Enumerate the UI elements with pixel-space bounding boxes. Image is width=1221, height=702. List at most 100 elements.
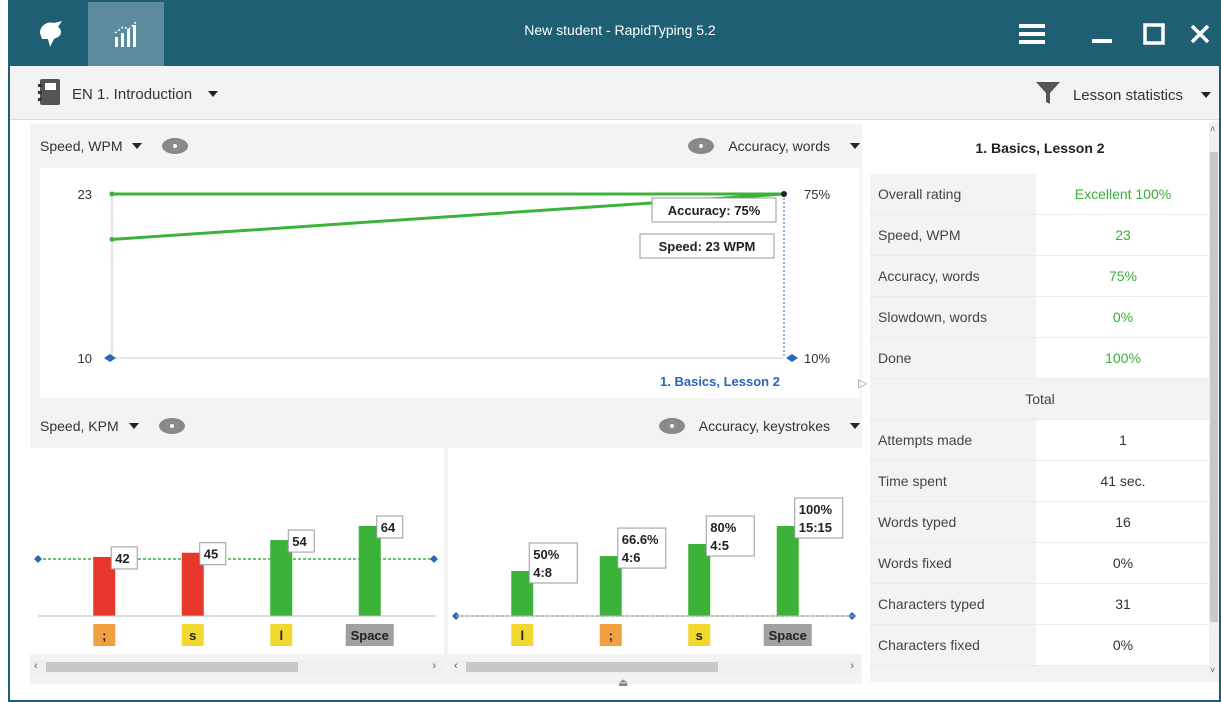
stats-row-label: Done	[870, 338, 1036, 378]
speed-tooltip: Speed: 23 WPM	[659, 239, 756, 254]
right-metric-label: Accuracy, words	[728, 138, 830, 154]
acc-value-label: 50%	[533, 547, 559, 562]
minimize-button[interactable]	[1080, 12, 1124, 56]
kpm-key-label: l	[279, 628, 283, 643]
stats-row-label: Words typed	[870, 502, 1036, 542]
stats-row-label: Characters fixed	[870, 625, 1036, 665]
scrollbar-thumb[interactable]	[466, 662, 718, 672]
eye-icon[interactable]	[158, 418, 185, 434]
scroll-left-icon[interactable]: ‹	[454, 660, 458, 672]
stats-row-value: 23	[1036, 215, 1210, 255]
kpm-key-label: Space	[351, 628, 389, 643]
stats-row-label: Characters typed	[870, 584, 1036, 624]
kpm-metric-label: Speed, KPM	[40, 418, 119, 434]
acc-key-label: l	[520, 628, 524, 643]
kpm-value-label: 64	[381, 520, 396, 535]
stats-row-value: 41 sec.	[1036, 461, 1210, 501]
bottom-chart-header: Speed, KPM Accuracy, keystrokes	[40, 404, 860, 448]
kpm-bar-chart: 42; 45 s 54 l 64 Space	[30, 448, 444, 654]
scroll-right-icon[interactable]: ›	[850, 660, 854, 672]
line-chart: 23 10 75% 10% Accuracy: 75% Speed: 23 WPM 1. B…	[40, 168, 860, 398]
eject-icon[interactable]: ⏏	[618, 676, 628, 689]
x-axis-lesson-label: 1. Basics, Lesson 2	[660, 374, 780, 389]
stats-header: 1. Basics, Lesson 2	[870, 122, 1210, 174]
toolbar: EN 1. Introduction Lesson statistics	[10, 66, 1219, 120]
accuracy-bar-chart-svg: 50% 4:8 l 66.6% 4:6; 80% 4:5 s 100% 15:15 Space	[452, 497, 856, 646]
scrollbar-thumb[interactable]	[46, 662, 298, 672]
line-chart-svg: 23 10 75% 10% Accuracy: 75% Speed: 23 WPM 1. B…	[78, 187, 831, 389]
right-metric-selector[interactable]: Accuracy, words	[688, 138, 860, 154]
accuracy-horizontal-scrollbar[interactable]: ‹ ›	[450, 660, 860, 674]
kpm-horizontal-scrollbar[interactable]: ‹ ›	[30, 660, 442, 674]
stats-row: Time spent 41 sec.	[870, 461, 1210, 502]
y-tick-left-top: 23	[78, 187, 92, 202]
maximize-button[interactable]	[1132, 12, 1176, 56]
stats-row: Words typed 16	[870, 502, 1210, 543]
stats-row: Speed, WPM 23	[870, 215, 1210, 256]
chevron-down-icon	[132, 143, 143, 149]
eye-icon[interactable]	[162, 138, 189, 154]
lesson-statistics-panel: 1. Basics, Lesson 2 Overall rating Excell…	[870, 122, 1219, 682]
acc-value-label: 66.6%	[622, 532, 659, 547]
acc-value-label: 15:15	[799, 520, 832, 535]
stats-row-label: Overall rating	[870, 174, 1036, 214]
kpm-marker-right	[430, 555, 438, 563]
stats-row-value: 31	[1036, 584, 1210, 624]
menu-icon[interactable]	[1010, 12, 1054, 56]
stats-row: Characters fixed 0%	[870, 625, 1210, 666]
stats-row: Characters typed 31	[870, 584, 1210, 625]
accuracy-point	[109, 236, 115, 242]
statistics-view-selector[interactable]: Lesson statistics	[1035, 80, 1211, 110]
keystroke-metric-label: Accuracy, keystrokes	[698, 418, 830, 434]
stats-row-label: Speed, WPM	[870, 215, 1036, 255]
stats-row-value: 1	[1036, 420, 1210, 460]
vertical-scrollbar[interactable]: ˄ ˅	[1209, 122, 1219, 677]
scroll-left-icon[interactable]: ‹	[34, 660, 38, 672]
stats-row-value: Excellent 100%	[1036, 174, 1210, 214]
stats-row-label: Words fixed	[870, 543, 1036, 583]
acc-value-label: 4:5	[710, 538, 729, 553]
acc-value-label: 100%	[799, 502, 833, 517]
top-chart-header: Speed, WPM Accuracy, words	[40, 124, 860, 168]
stats-row: Done 100%	[870, 338, 1210, 379]
scroll-right-icon[interactable]: ›	[432, 660, 436, 672]
lesson-selector[interactable]: EN 1. Introduction	[38, 78, 219, 110]
stats-total-header: Total	[870, 379, 1210, 420]
eye-icon[interactable]	[658, 418, 685, 434]
kpm-metric-selector[interactable]: Speed, KPM	[40, 418, 139, 434]
chevron-down-icon	[208, 91, 219, 97]
app-window: New student - RapidTyping 5.2 EN 1. Intr…	[8, 0, 1221, 702]
acc-key-label: Space	[769, 628, 807, 643]
stats-row-value: 0%	[1036, 625, 1210, 665]
y-tick-right-top: 75%	[804, 187, 830, 202]
chevron-down-icon	[128, 423, 139, 429]
scrollbar-thumb[interactable]	[1210, 152, 1218, 622]
lesson-name: EN 1. Introduction	[72, 85, 193, 103]
keystroke-metric-selector[interactable]: Accuracy, keystrokes	[658, 418, 860, 434]
selected-point	[781, 191, 787, 197]
kpm-value-label: 54	[292, 534, 307, 549]
statistics-view-label: Lesson statistics	[1072, 86, 1183, 104]
y-tick-right-bottom: 10%	[804, 351, 830, 366]
acc-bar	[776, 526, 799, 616]
kpm-bar-chart-svg: 42; 45 s 54 l 64 Space	[34, 515, 438, 646]
left-metric-selector[interactable]: Speed, WPM	[40, 138, 143, 154]
accuracy-tooltip: Accuracy: 75%	[668, 203, 761, 218]
kpm-value-label: 45	[204, 547, 218, 562]
axis-marker-left	[104, 354, 116, 362]
stats-row-label: Time spent	[870, 461, 1036, 501]
statistics-icon[interactable]	[88, 2, 164, 66]
scroll-up-icon[interactable]: ˄	[1210, 124, 1215, 134]
eye-icon[interactable]	[688, 138, 715, 154]
scroll-down-icon[interactable]: ˅	[1210, 665, 1215, 675]
app-logo-icon[interactable]	[14, 2, 88, 66]
left-metric-label: Speed, WPM	[40, 138, 123, 154]
stats-row-label: Slowdown, words	[870, 297, 1036, 337]
splitter-handle[interactable]: ▷	[858, 376, 867, 390]
stats-row: Attempts made 1	[870, 420, 1210, 461]
chevron-down-icon	[1201, 92, 1211, 98]
stats-row-value: 0%	[1036, 543, 1210, 583]
stats-row-value: 16	[1036, 502, 1210, 542]
close-button[interactable]	[1178, 12, 1221, 56]
kpm-marker-left	[34, 555, 42, 563]
